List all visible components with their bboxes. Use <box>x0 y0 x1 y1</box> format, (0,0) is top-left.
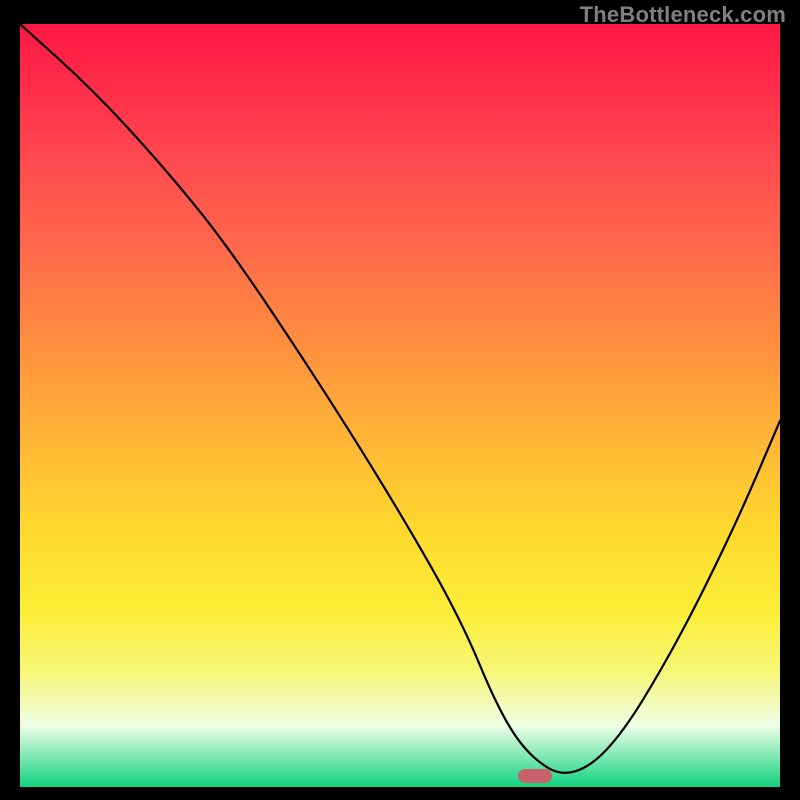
chart-line-svg <box>20 24 780 787</box>
optimal-marker <box>518 769 552 783</box>
chart-plot-area <box>20 24 780 787</box>
chart-curve <box>20 24 780 773</box>
